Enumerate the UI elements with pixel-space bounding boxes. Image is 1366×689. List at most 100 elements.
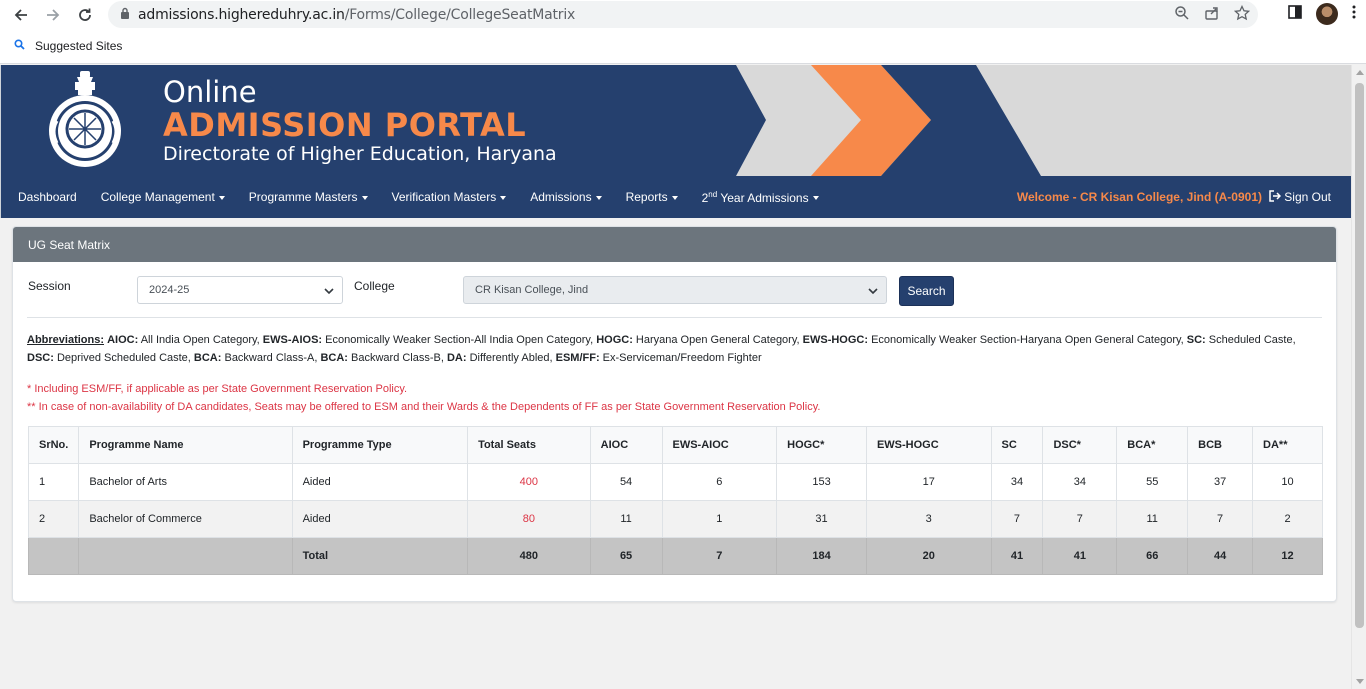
abbr-key: SC:	[1186, 334, 1206, 346]
menu-kebab-icon[interactable]	[1352, 4, 1356, 25]
nav-admissions-label: Admissions	[530, 190, 592, 204]
total-cell: Total	[291, 537, 469, 575]
total-seats-link[interactable]: 80	[467, 500, 591, 538]
column-header: DA**	[1252, 426, 1323, 464]
column-header: BCA*	[1116, 426, 1189, 464]
abbr-key: AIOC:	[107, 334, 139, 346]
table-cell: 7	[1042, 500, 1118, 538]
table-cell: 11	[1116, 500, 1189, 538]
table-cell: 6	[661, 463, 778, 501]
table-cell: 34	[1042, 463, 1118, 501]
nav-dashboard[interactable]: Dashboard	[1, 190, 89, 204]
table-cell: 54	[589, 463, 663, 501]
welcome-text: Welcome - CR Kisan College, Jind (A-0901…	[1016, 190, 1262, 204]
table-header-row: SrNo. Programme Name Programme Type Total S…	[27, 426, 1323, 464]
table-cell: 3	[865, 500, 992, 538]
nav-reports[interactable]: Reports	[614, 190, 690, 204]
total-cell: 184	[776, 537, 867, 575]
abbr-key: BCA:	[320, 352, 348, 364]
table-cell: Aided	[291, 463, 469, 501]
table-cell: 2	[27, 500, 80, 538]
table-cell: 2	[1252, 500, 1323, 538]
table-cell: 17	[865, 463, 992, 501]
column-header: BCB	[1187, 426, 1254, 464]
search-icon	[14, 39, 25, 53]
abbr-value: All India Open Category,	[138, 334, 263, 346]
chevron-down-icon	[324, 286, 334, 298]
star-icon[interactable]	[1233, 4, 1251, 26]
nav-reports-label: Reports	[625, 190, 668, 204]
abbr-key: EWS-HOGC:	[802, 334, 869, 346]
caret-down-icon	[671, 195, 678, 200]
column-header: SC	[990, 426, 1044, 464]
table-cell: Bachelor of Arts	[78, 463, 293, 501]
table-total-row: Total 480 65 7 184 20 41 41 66 44 12	[27, 537, 1323, 575]
abbr-value: Differently Abled,	[466, 352, 556, 364]
column-header: SrNo.	[27, 426, 80, 464]
table-body: 1 Bachelor of Arts Aided 400 54 6 153 17 34 34 55 3…	[27, 463, 1323, 575]
forward-icon[interactable]	[42, 4, 64, 26]
search-button[interactable]: Search	[899, 276, 954, 306]
column-header: EWS-HOGC	[865, 426, 992, 464]
nav-programme-masters[interactable]: Programme Masters	[237, 190, 380, 204]
seat-matrix-card: UG Seat Matrix Session 2024-25 College C…	[12, 226, 1337, 602]
sign-out-link[interactable]: Sign Out	[1269, 189, 1331, 205]
profile-avatar[interactable]	[1316, 3, 1338, 25]
reservation-note-1: * Including ESM/FF, if applicable as per…	[27, 383, 408, 395]
total-cell: 480	[467, 537, 591, 575]
abbr-value: Ex-Serviceman/Freedom Fighter	[599, 352, 762, 364]
session-value: 2024-25	[149, 284, 190, 296]
table-cell: 7	[1187, 500, 1254, 538]
lock-icon	[120, 6, 130, 24]
browser-chrome: admissions.highereduhry.ac.in/Forms/Coll…	[0, 0, 1366, 64]
session-select[interactable]: 2024-25	[137, 276, 343, 304]
scroll-up-icon[interactable]	[1356, 70, 1364, 75]
sign-out-label: Sign Out	[1284, 190, 1331, 204]
nav-verification-masters[interactable]: Verification Masters	[380, 190, 519, 204]
nav-second-year-post: Year Admissions	[717, 190, 809, 205]
total-cell: 41	[1042, 537, 1118, 575]
column-header: Programme Type	[291, 426, 469, 464]
table-cell: Aided	[291, 500, 469, 538]
total-seats-link[interactable]: 400	[467, 463, 591, 501]
column-header: EWS-AIOC	[661, 426, 778, 464]
nav-second-year-admissions[interactable]: 2nd Year Admissions	[690, 190, 831, 205]
banner-title-online: Online	[163, 75, 257, 109]
table-cell: 37	[1187, 463, 1254, 501]
bookmark-suggested-sites[interactable]: Suggested Sites	[35, 39, 122, 53]
abbreviations-text: Abbreviations: AIOC: All India Open Cate…	[27, 331, 1322, 367]
back-icon[interactable]	[10, 4, 32, 26]
scroll-down-icon[interactable]	[1356, 679, 1364, 684]
total-cell: 12	[1252, 537, 1323, 575]
session-label: Session	[28, 279, 71, 293]
abbr-value: Haryana Open General Category,	[632, 334, 803, 346]
abbr-key: EWS-AIOS:	[262, 334, 323, 346]
scrollbar-thumb[interactable]	[1355, 83, 1364, 628]
column-header: Programme Name	[78, 426, 293, 464]
abbr-value: Deprived Scheduled Caste,	[53, 352, 194, 364]
abbr-key: DA:	[446, 352, 467, 364]
total-cell: 7	[661, 537, 778, 575]
abbr-value: Backward Class-B,	[347, 352, 447, 364]
url-text: admissions.highereduhry.ac.in/Forms/Coll…	[138, 7, 575, 23]
filter-form: Session 2024-25 College CR Kisan College…	[27, 262, 1322, 318]
address-bar[interactable]: admissions.highereduhry.ac.in/Forms/Coll…	[108, 1, 1258, 28]
abbr-value: Scheduled Caste,	[1205, 334, 1296, 346]
sign-out-icon	[1269, 189, 1282, 205]
college-select[interactable]: CR Kisan College, Jind	[463, 276, 887, 304]
nav-college-management[interactable]: College Management	[89, 190, 237, 204]
caret-down-icon	[595, 195, 602, 200]
banner-title-portal: ADMISSION PORTAL	[163, 106, 527, 144]
zoom-icon[interactable]	[1174, 5, 1190, 26]
nav-admissions[interactable]: Admissions	[518, 190, 613, 204]
total-cell	[27, 537, 80, 575]
share-icon[interactable]	[1204, 5, 1220, 26]
column-header: Total Seats	[467, 426, 591, 464]
total-cell	[78, 537, 293, 575]
table-cell: 34	[990, 463, 1044, 501]
sidebar-toggle-icon[interactable]	[1288, 4, 1302, 24]
haryana-emblem-logo	[47, 71, 123, 171]
reload-icon[interactable]	[74, 4, 96, 26]
page-scrollbar[interactable]	[1351, 65, 1366, 689]
card-title: UG Seat Matrix	[13, 227, 1336, 262]
